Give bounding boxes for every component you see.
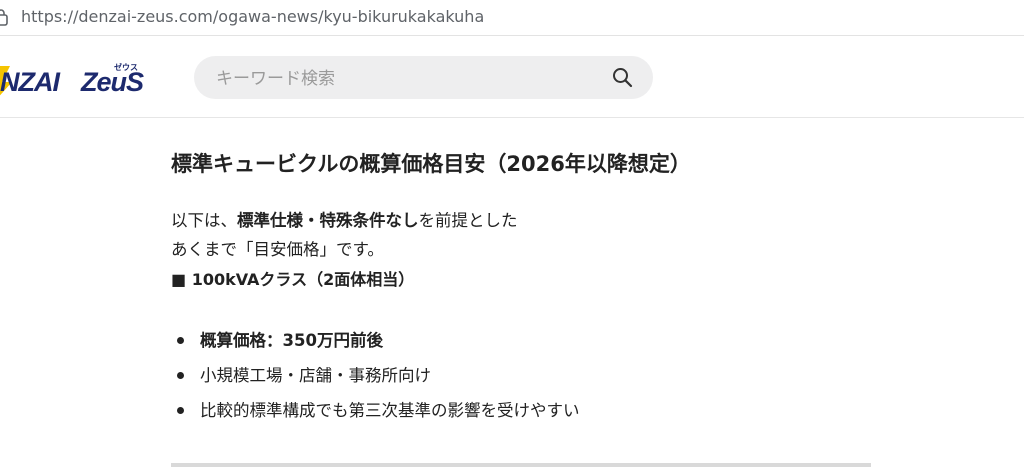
list-item-text: 比較的標準構成でも第三次基準の影響を受けやすい xyxy=(200,401,580,420)
feature-list: 概算価格：350万円前後 小規模工場・店舗・事務所向け 比較的標準構成でも第三次… xyxy=(171,323,580,428)
list-item: 比較的標準構成でも第三次基準の影響を受けやすい xyxy=(171,393,580,428)
intro-line-1-bold: 標準仕様・特殊条件なし xyxy=(237,211,419,230)
search-input[interactable] xyxy=(214,56,598,101)
list-item-text: 概算価格：350万円前後 xyxy=(200,331,383,350)
bullet-icon xyxy=(177,337,184,344)
article-content: 標準キュービクルの概算価格目安（2026年以降想定） 以下は、標準仕様・特殊条件… xyxy=(171,146,871,420)
site-header: NZAI ZeuS ゼウス xyxy=(0,36,1024,118)
article-intro: 以下は、標準仕様・特殊条件なしを前提とした あくまで「目安価格」です。 xyxy=(171,206,518,264)
intro-line-2: あくまで「目安価格」です。 xyxy=(171,240,384,259)
logo-kana: ゼウス xyxy=(114,62,138,72)
list-item-text: 小規模工場・店舗・事務所向け xyxy=(200,366,431,385)
intro-line-1: 以下は、標準仕様・特殊条件なしを前提とした xyxy=(171,206,518,235)
site-logo[interactable]: NZAI ZeuS ゼウス xyxy=(0,58,166,102)
intro-line-1-post: を前提とした xyxy=(418,211,518,230)
section-subheading: ■ 100kVAクラス（2面体相当） xyxy=(171,270,415,289)
bullet-icon xyxy=(177,407,184,414)
search-icon[interactable] xyxy=(612,67,633,88)
section-divider xyxy=(171,463,871,467)
bullet-icon xyxy=(177,372,184,379)
browser-address-bar[interactable]: https://denzai-zeus.com/ogawa-news/kyu-b… xyxy=(0,0,1024,36)
search-box[interactable] xyxy=(194,56,653,101)
intro-line-1-pre: 以下は、 xyxy=(171,211,237,230)
list-item: 概算価格：350万円前後 xyxy=(171,323,580,358)
lock-icon[interactable] xyxy=(0,8,8,26)
list-item: 小規模工場・店舗・事務所向け xyxy=(171,358,580,393)
url-text[interactable]: https://denzai-zeus.com/ogawa-news/kyu-b… xyxy=(21,7,484,27)
logo-text-left: NZAI xyxy=(0,67,60,97)
article-title: 標準キュービクルの概算価格目安（2026年以降想定） xyxy=(171,152,691,176)
